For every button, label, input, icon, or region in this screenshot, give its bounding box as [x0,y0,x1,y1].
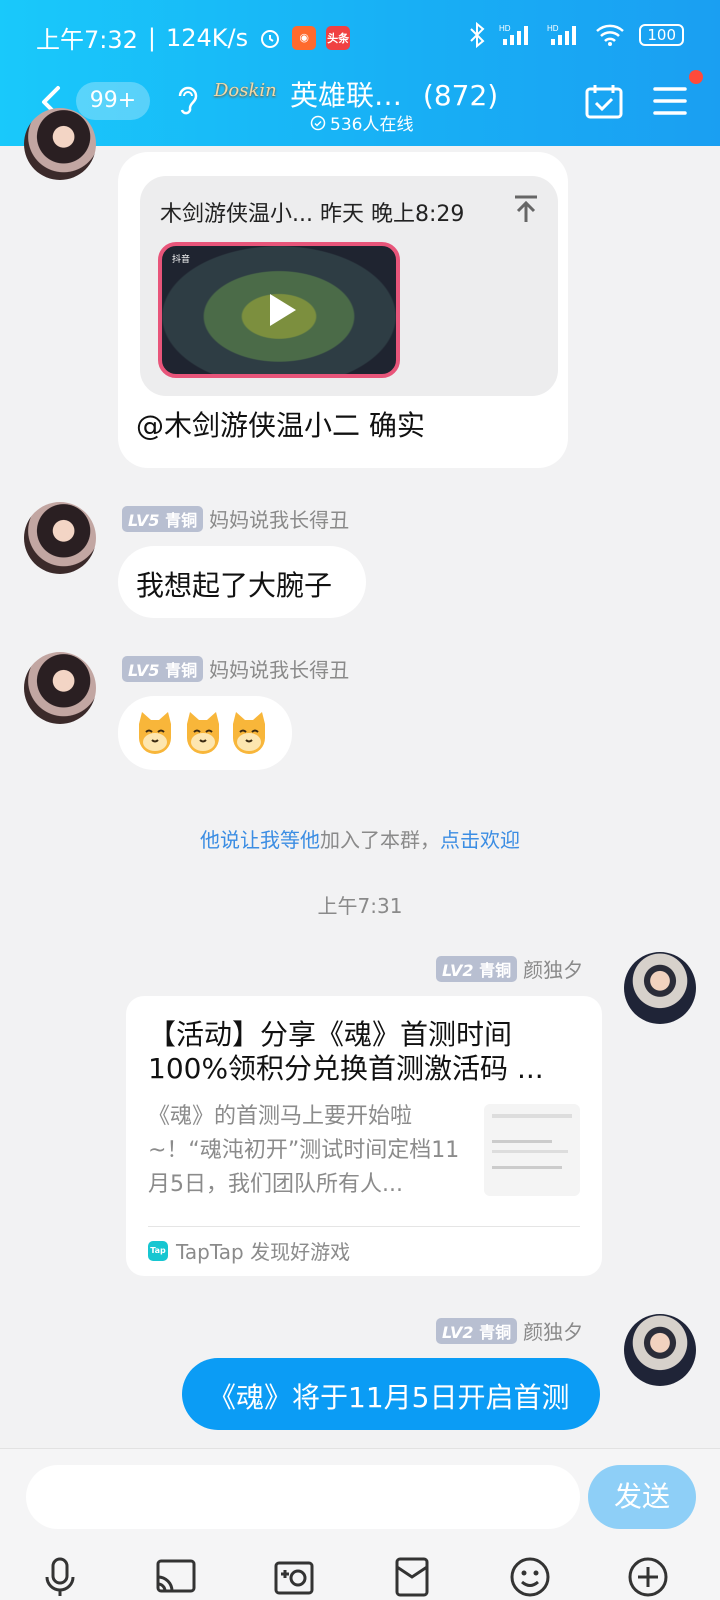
avatar[interactable] [624,1314,696,1386]
status-bar: 上午7:32 | 124K/s ◉ 头条 HD HD 100 [0,0,720,72]
douyin-watermark: 抖音 [172,255,191,265]
sender-name[interactable]: 妈妈说我长得丑 [209,654,349,683]
timestamp: 上午7:31 [317,894,403,918]
online-count: 536人在线 [310,110,413,135]
card-thumbnail [484,1104,580,1196]
avatar[interactable] [24,652,96,724]
bluetooth-icon [470,22,485,48]
level-badge: LV5 青铜 [122,655,204,682]
message-input[interactable] [26,1465,580,1529]
cat-emoji-icon [233,712,265,754]
network-speed: 124K/s [166,23,249,52]
emoji-icon[interactable] [508,1555,552,1599]
sender-name[interactable]: 颜独夕 [523,954,583,983]
notification-dot [689,70,703,84]
taobao-app-icon: ◉ [292,25,317,50]
battery-indicator: 100 [639,24,684,46]
svg-text:HD: HD [547,24,559,33]
input-toolbar [0,1555,720,1597]
sender-meta: LV5 青铜 妈妈说我长得丑 [122,504,349,533]
unread-count-badge[interactable]: 99+ [76,82,150,120]
cat-emoji-icon [139,712,171,754]
avatar[interactable] [624,952,696,1024]
ear-mode-icon[interactable] [172,82,202,118]
my-message-bubble[interactable]: 《魂》将于11月5日开启首测 [182,1358,600,1430]
sender-meta: LV2 青铜 颜独夕 [436,954,583,983]
online-check-icon [310,115,326,130]
member-count: (872) [422,79,499,112]
card-title: 【活动】分享《魂》首测时间100%领积分兑换首测激活码 ... [148,1018,544,1085]
message-text: 我想起了大腕子 [136,569,333,602]
calendar-check-icon[interactable] [584,82,624,122]
menu-icon[interactable] [652,84,688,118]
pin-top-icon[interactable] [512,194,540,224]
sender-name[interactable]: 颜独夕 [523,1316,583,1345]
input-area: 发送 [0,1448,720,1600]
emoji-message-bubble[interactable] [118,696,292,770]
link-card[interactable]: 【活动】分享《魂》首测时间100%领积分兑换首测激活码 ... 《魂》的首测马上… [126,996,602,1276]
avatar[interactable] [24,108,96,180]
svg-text:HD: HD [499,24,511,33]
system-join-message: 他说让我等他加入了本群，点击欢迎 [200,828,520,852]
level-badge: LV2 青铜 [436,1317,518,1344]
signal-icon: HD [499,24,529,45]
red-packet-icon[interactable] [390,1555,434,1599]
status-time: 上午7:32 [36,26,138,54]
level-badge: LV2 青铜 [436,955,518,982]
card-source-text: TapTap 发现好游戏 [176,1240,351,1264]
signal-icon-2: HD [547,24,577,45]
toutiao-app-icon: 头条 [326,25,351,50]
level-badge: LV5 青铜 [122,505,204,532]
chat-nav-bar: 99+ Doskin 英雄联… (872) 536人在线 [0,72,720,146]
header-bar: 上午7:32 | 124K/s ◉ 头条 HD HD 100 99+ Doski… [0,0,720,146]
screen-cast-icon[interactable] [154,1555,198,1599]
reply-text: @木剑游侠温小二 确实 [136,409,425,442]
send-button[interactable]: 发送 [588,1465,696,1529]
cat-emoji-icon [187,712,219,754]
sender-meta: LV2 青铜 颜独夕 [436,1316,583,1345]
joined-user-link[interactable]: 他说让我等他 [200,828,320,852]
sender-meta: LV5 青铜 妈妈说我长得丑 [122,654,349,683]
card-divider [148,1226,580,1227]
taptap-icon: Tap [148,1240,168,1261]
group-name: 英雄联… [290,79,403,112]
message-text: 《魂》将于11月5日开启首测 [208,1381,570,1414]
quote-header: 木剑游侠温小... 昨天 晚上8:29 [160,202,465,227]
microphone-icon[interactable] [38,1555,82,1599]
group-title[interactable]: 英雄联… (872) [290,74,498,114]
play-icon[interactable] [270,294,296,326]
card-source: Tap TapTap 发现好游戏 [148,1236,350,1265]
photo-icon[interactable] [272,1555,316,1599]
plus-icon[interactable] [626,1555,670,1599]
alarm-icon [261,29,280,48]
group-logo: Doskin [214,80,277,101]
wifi-icon [596,24,625,46]
card-description: 《魂》的首测马上要开始啦~！“魂沌初开”测试时间定档11月5日，我们团队所有人.… [148,1104,460,1197]
quoted-message[interactable]: 木剑游侠温小... 昨天 晚上8:29 抖音 [140,176,558,396]
video-thumbnail[interactable]: 抖音 [158,242,400,378]
sender-name[interactable]: 妈妈说我长得丑 [209,504,349,533]
message-bubble[interactable]: 我想起了大腕子 [118,546,366,618]
avatar[interactable] [24,502,96,574]
welcome-link[interactable]: 点击欢迎 [440,828,520,852]
